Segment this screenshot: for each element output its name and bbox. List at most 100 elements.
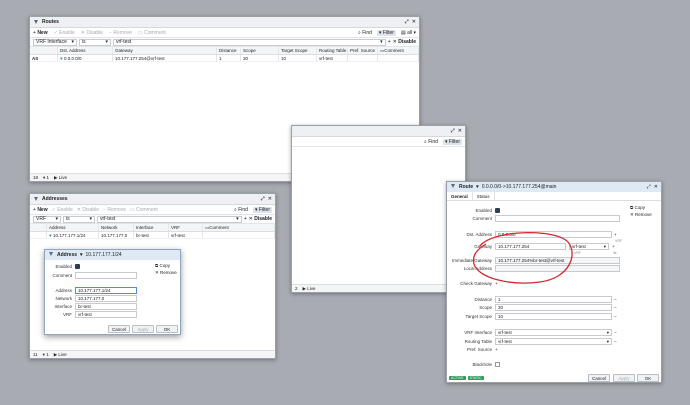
live-toggle[interactable]: ▶ Live [54,175,67,181]
copy-button[interactable]: ⧉ Copy [155,263,177,268]
filter-button[interactable]: ▾ Filter [252,206,272,213]
remove-button[interactable]: − Remove [103,207,126,213]
filter-op-select[interactable]: is ▾ [79,38,111,46]
target-scope-field[interactable]: 10 [495,313,612,320]
network-field[interactable]: 10.177.177.0 [75,295,137,302]
routing-table-remove-icon[interactable]: − [614,339,617,344]
col-distance[interactable]: Distance [217,47,241,54]
vrf-interface-remove-icon[interactable]: − [614,330,617,335]
filter-field-select[interactable]: VRF ▾ [33,215,61,223]
enabled-checkbox[interactable] [495,208,500,213]
new-button[interactable]: + New [33,30,48,36]
close-icon[interactable]: ✕ [268,196,272,202]
comment-field[interactable] [495,215,620,222]
col-interface[interactable]: Interface [134,224,169,231]
find-button[interactable]: ⌕ Find [358,30,372,36]
pref-source-add-icon[interactable]: + [495,347,498,352]
interface-select[interactable]: br-test [75,303,137,310]
filter-op-select[interactable]: is ▾ [63,215,95,223]
restore-icon[interactable]: ⤢ [647,184,651,190]
vrf-select[interactable]: vrf-test [75,311,137,318]
col-target-scope[interactable]: Target Scope [279,47,317,54]
ok-button[interactable]: OK [156,325,178,333]
col-pref-source[interactable]: Pref. Source [348,47,378,54]
scope-remove-icon[interactable]: − [614,305,617,310]
filter-add-icon[interactable]: + [244,216,247,222]
enable-button[interactable]: ✓ Enable [54,30,75,36]
tab-general[interactable]: General [447,192,473,200]
filter-button[interactable]: ▾ Filter [442,138,462,145]
comment-button[interactable]: ▭ Comment [138,30,166,36]
cancel-button[interactable]: Cancel [588,374,610,382]
app-logo-icon [48,251,54,259]
vrf-interface-select[interactable]: vrf-test ▾ [495,329,612,336]
close-icon[interactable]: ✕ [654,184,658,190]
comment-field[interactable] [75,272,137,279]
scope-field[interactable]: 30 [495,304,612,311]
col-routing-table[interactable]: Routing Table [317,47,348,54]
comment-button[interactable]: ▭ Comment [130,207,158,213]
cancel-button[interactable]: Cancel [108,325,130,333]
target-scope-remove-icon[interactable]: − [614,314,617,319]
find-button[interactable]: ⌕ Find [424,139,438,145]
new-button[interactable]: + New [33,207,48,213]
status-badge-active: ACTIVE [449,376,466,380]
apply-button[interactable]: Apply [132,325,154,333]
col-scope[interactable]: Scope [241,47,279,54]
dst-address-add-icon[interactable]: + [614,232,617,237]
dst-address-field[interactable]: 0.0.0.0/0 [495,231,612,238]
close-icon[interactable]: ✕ [458,128,462,134]
dialog-title-chevron-icon[interactable]: ▾ [476,184,479,190]
table-row[interactable]: ♥ 10.177.177.1/24 10.177.177.0 br-test v… [30,232,275,239]
filter-disable-button[interactable]: ✕ Disable [393,39,416,45]
filter-disable-button[interactable]: ✕ Disable [249,216,272,222]
dialog-title-chevron-icon[interactable]: ▾ [80,252,83,258]
find-button[interactable]: ⌕ Find [234,207,248,213]
remove-button[interactable]: ✕ Remove [630,212,652,218]
table-row[interactable]: AS ♥ 0.0.0.0/0 10.177.177.254@vrf-test 1… [30,55,419,62]
distance-field[interactable]: 1 [495,296,612,303]
col-vrf[interactable]: VRF [169,224,203,231]
background-statusbar: 2 ▶ Live [292,284,465,292]
enabled-checkbox[interactable] [75,264,80,269]
gateway-field[interactable]: 10.177.177.254 [495,243,566,250]
col-flags[interactable] [30,224,47,231]
disable-button[interactable]: ✕ Disable [77,207,99,213]
col-flags[interactable] [30,47,58,54]
live-toggle[interactable]: ▶ Live [54,352,67,358]
check-gateway-add-icon[interactable]: + [495,281,498,286]
restore-icon[interactable]: ⤢ [405,19,409,25]
ok-button[interactable]: OK [637,374,659,382]
col-comment[interactable]: ▭ Comment [378,47,419,54]
address-field[interactable]: 10.177.177.1/24 [75,287,137,294]
blackhole-checkbox[interactable] [495,362,500,367]
address-dialog: Address ▾ 10.177.177.1/24 Enabled Commen… [44,249,181,335]
all-dropdown[interactable]: ▤ all ▾ [401,30,416,36]
distance-remove-icon[interactable]: − [614,297,617,302]
gateway-vrf-select[interactable]: vrf-test ▾ [569,243,609,250]
restore-icon[interactable]: ⤢ [261,196,265,202]
route-dialog-titlebar: Route ▾ 0.0.0.0/0->10.177.177.254@main ⤢… [447,182,661,192]
col-gateway[interactable]: Gateway [113,47,217,54]
filter-value-input[interactable]: vrf-test ▾ [113,38,386,46]
restore-icon[interactable]: ⤢ [451,128,455,134]
tab-status[interactable]: Status [473,192,495,200]
disable-button[interactable]: ✕ Disable [81,30,103,36]
remove-button[interactable]: − Remove [109,30,132,36]
gateway-add-icon[interactable]: + [612,244,615,249]
filter-value-input[interactable]: vrf-test ▾ [97,215,242,223]
filter-field-select[interactable]: VRF Interface ▾ [33,38,77,46]
enable-button[interactable]: ✓ Enable [52,207,73,213]
routing-table-select[interactable]: vrf-test ▾ [495,338,612,345]
remove-button[interactable]: ✕ Remove [155,270,177,276]
filter-button[interactable]: ▾ Filter [376,29,396,36]
col-dst-address[interactable]: Dst. Address [58,47,113,54]
col-comment[interactable]: ▭ Comment [203,224,275,231]
col-network[interactable]: Network [99,224,134,231]
copy-button[interactable]: ⧉ Copy [630,205,652,210]
apply-button[interactable]: Apply [613,374,635,382]
live-toggle[interactable]: ▶ Live [303,286,316,292]
filter-add-icon[interactable]: + [388,39,391,45]
col-address[interactable]: Address [47,224,99,231]
close-icon[interactable]: ✕ [412,19,416,25]
